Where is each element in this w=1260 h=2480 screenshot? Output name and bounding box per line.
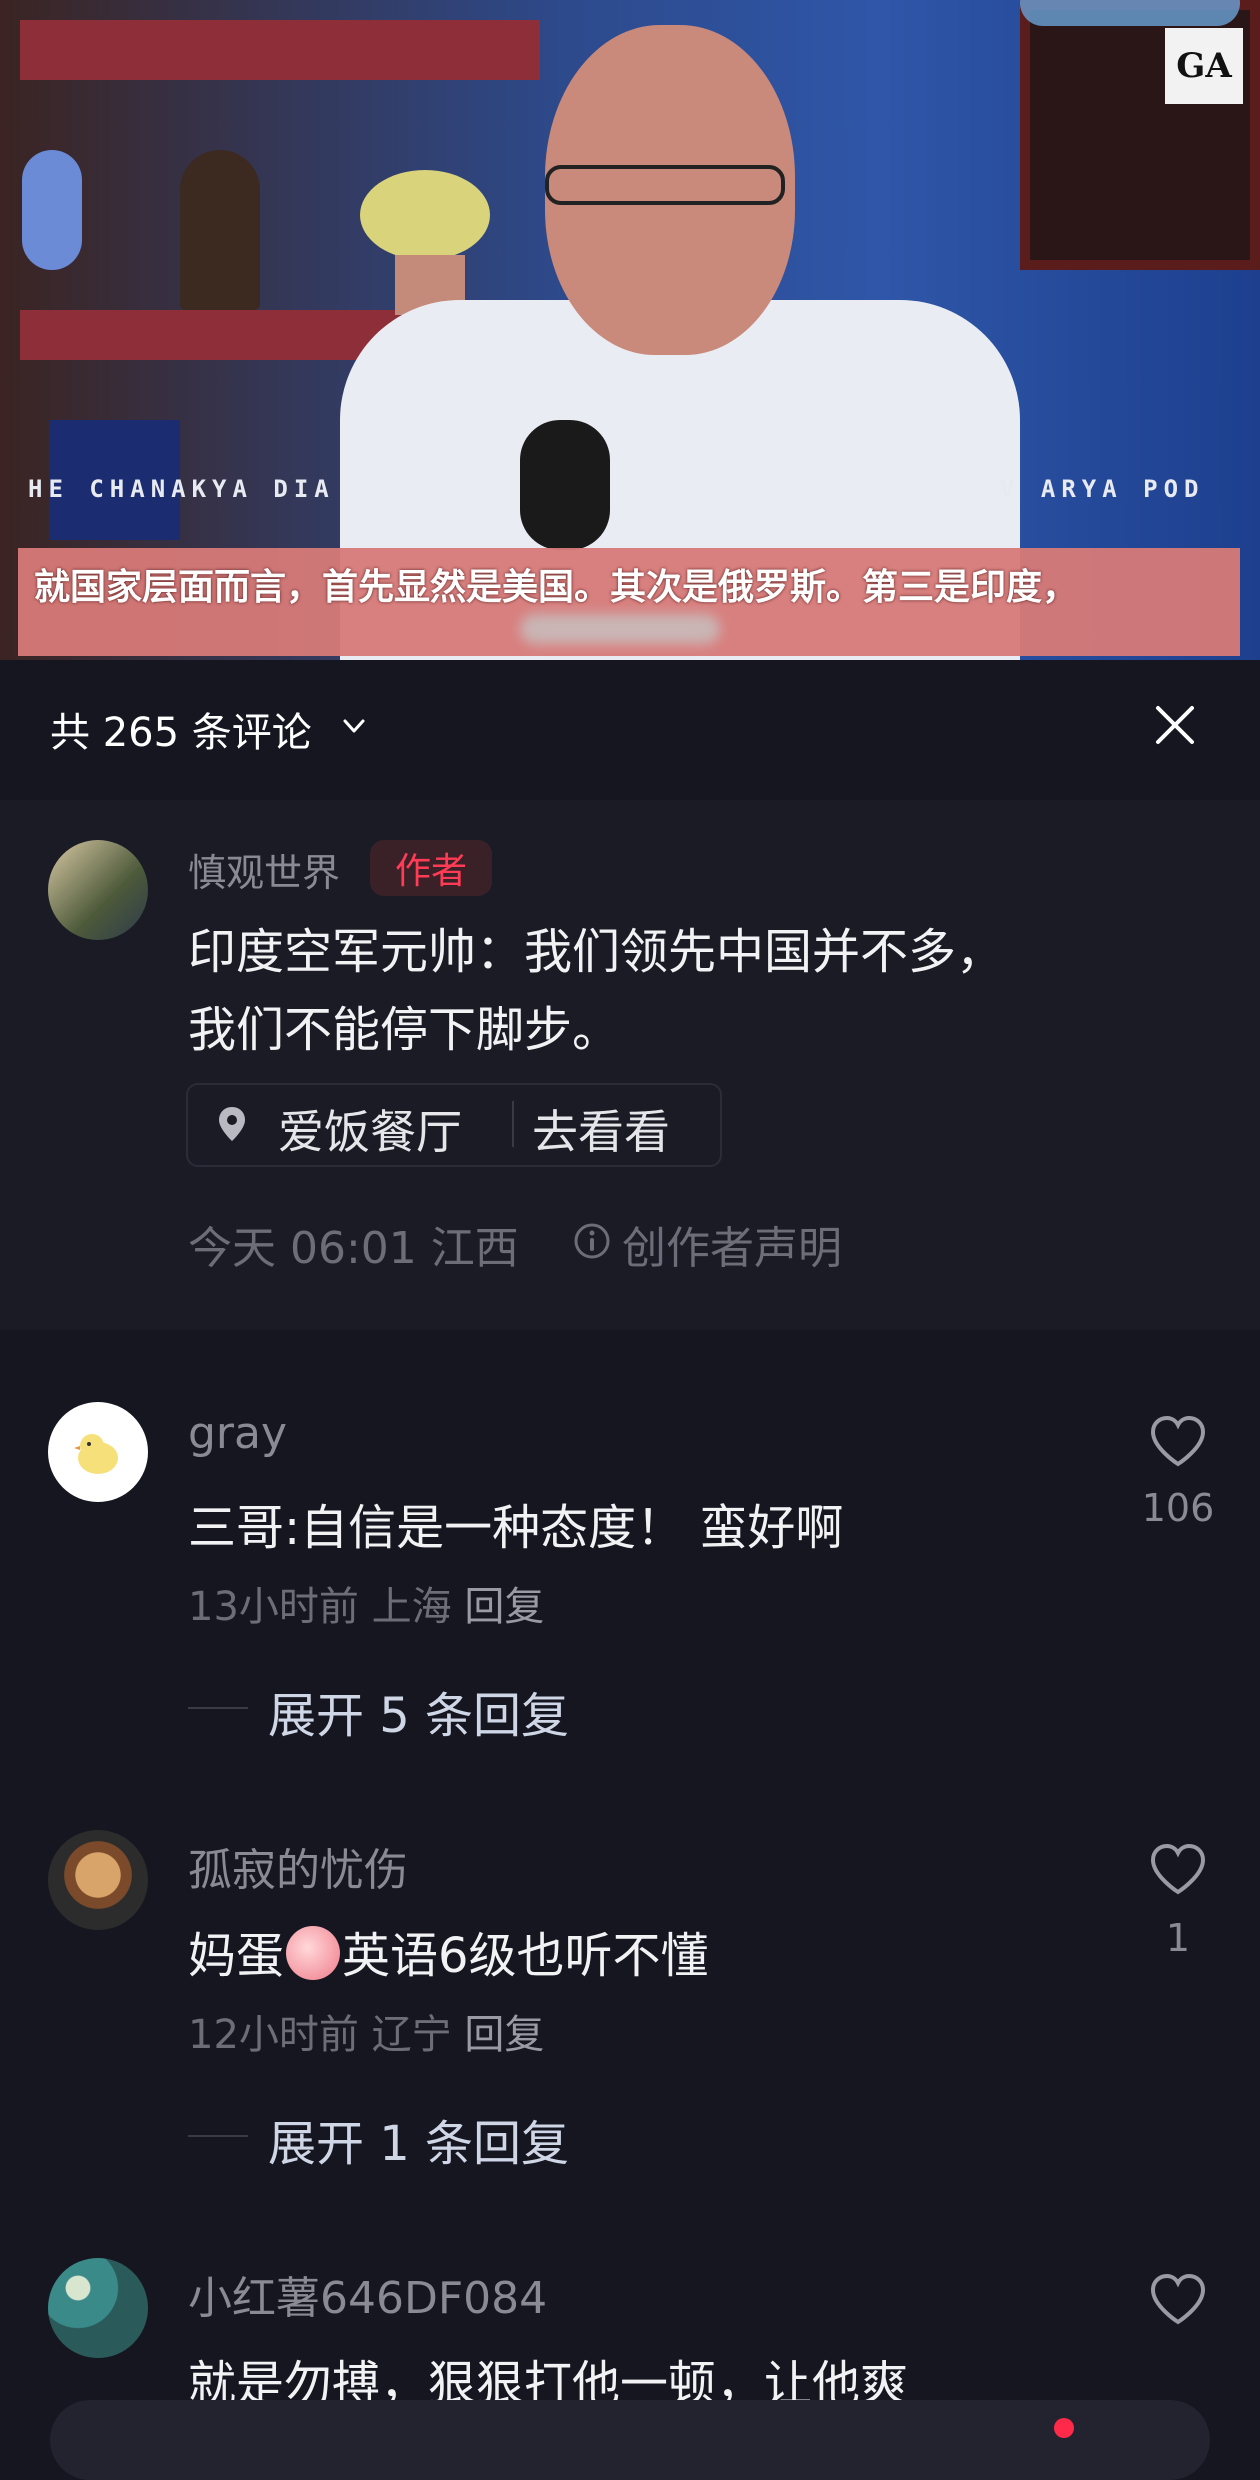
expand-replies-button[interactable]: 展开 1 条回复 — [268, 2104, 569, 2174]
comment-meta: 12小时前 辽宁 回复 — [188, 2002, 544, 2060]
expand-divider — [188, 2135, 248, 2137]
author-name[interactable]: 慎观世界 — [188, 842, 340, 897]
author-badge: 作者 — [370, 840, 492, 896]
background-globe — [22, 150, 82, 270]
heart-icon[interactable] — [1148, 2272, 1208, 2326]
comment-author[interactable]: gray — [188, 1408, 287, 1459]
location-go-button[interactable]: 去看看 — [532, 1096, 670, 1162]
reply-button[interactable]: 回复 — [464, 1584, 544, 1630]
avatar[interactable] — [48, 1402, 148, 1502]
crying-emoji-icon — [286, 1926, 341, 1980]
comment-text-part2: 英语6级也听不懂 — [342, 1928, 709, 1984]
location-name[interactable]: 爱饭餐厅 — [278, 1096, 462, 1162]
post-text-line1: 印度空军元帅：我们领先中国并不多， — [188, 924, 1005, 980]
comment-input-bar[interactable] — [50, 2400, 1210, 2480]
background-shelf — [20, 20, 540, 80]
video-banner-left: HE CHANAKYA DIA — [28, 475, 335, 503]
background-statue — [180, 150, 260, 310]
comment-meta: 13小时前 上海 回复 — [188, 1574, 544, 1632]
post-time-place: 今天 06:01 江西 — [188, 1223, 519, 1274]
expand-replies-button[interactable]: 展开 5 条回复 — [268, 1676, 569, 1746]
comment-author[interactable]: 小红薯646DF084 — [188, 2262, 547, 2326]
microphone — [520, 420, 610, 550]
expand-divider — [188, 1707, 248, 1709]
comment-text: 妈蛋 英语6级也听不懂 — [188, 1916, 709, 1986]
speaker-glasses — [545, 165, 785, 205]
video-subtitle: 就国家层面而言，首先显然是美国。其次是俄罗斯。第三是印度， — [34, 567, 1079, 608]
subtitle-blurred-line — [520, 614, 720, 644]
video-top-button[interactable] — [1020, 0, 1240, 26]
close-icon[interactable] — [1150, 700, 1200, 750]
comment-time-place: 12小时前 辽宁 — [188, 2012, 452, 2058]
reply-button[interactable]: 回复 — [464, 2012, 544, 2058]
comment-count-title[interactable]: 共 265 条评论 — [50, 700, 312, 758]
chick-avatar-icon — [74, 1434, 118, 1474]
creator-declaration-link[interactable]: 创作者声明 — [622, 1212, 842, 1276]
info-icon[interactable] — [573, 1222, 611, 1260]
comment-author[interactable]: 孤寂的忧伤 — [188, 1834, 408, 1898]
avatar[interactable] — [48, 840, 148, 940]
comment-text-part1: 妈蛋 — [188, 1928, 285, 1984]
avatar[interactable] — [48, 2258, 148, 2358]
comment-text: 三哥:自信是一种态度！ 蛮好啊 — [188, 1500, 844, 1556]
post-text-line2: 我们不能停下脚步。 — [188, 1002, 621, 1058]
heart-icon[interactable] — [1148, 1842, 1208, 1896]
video-banner-right: V ARYA POD — [1000, 475, 1205, 503]
comment-time-place: 13小时前 上海 — [188, 1584, 452, 1630]
chevron-down-icon[interactable] — [340, 712, 368, 740]
background-flowers — [360, 170, 490, 260]
location-divider — [512, 1101, 514, 1147]
channel-logo: GA — [1165, 28, 1243, 104]
like-count: 1 — [1165, 1916, 1191, 1960]
like-count: 106 — [1141, 1486, 1215, 1530]
heart-icon[interactable] — [1148, 1414, 1208, 1468]
avatar[interactable] — [48, 1830, 148, 1930]
notification-dot — [1054, 2418, 1074, 2438]
location-pin-icon — [219, 1107, 245, 1141]
